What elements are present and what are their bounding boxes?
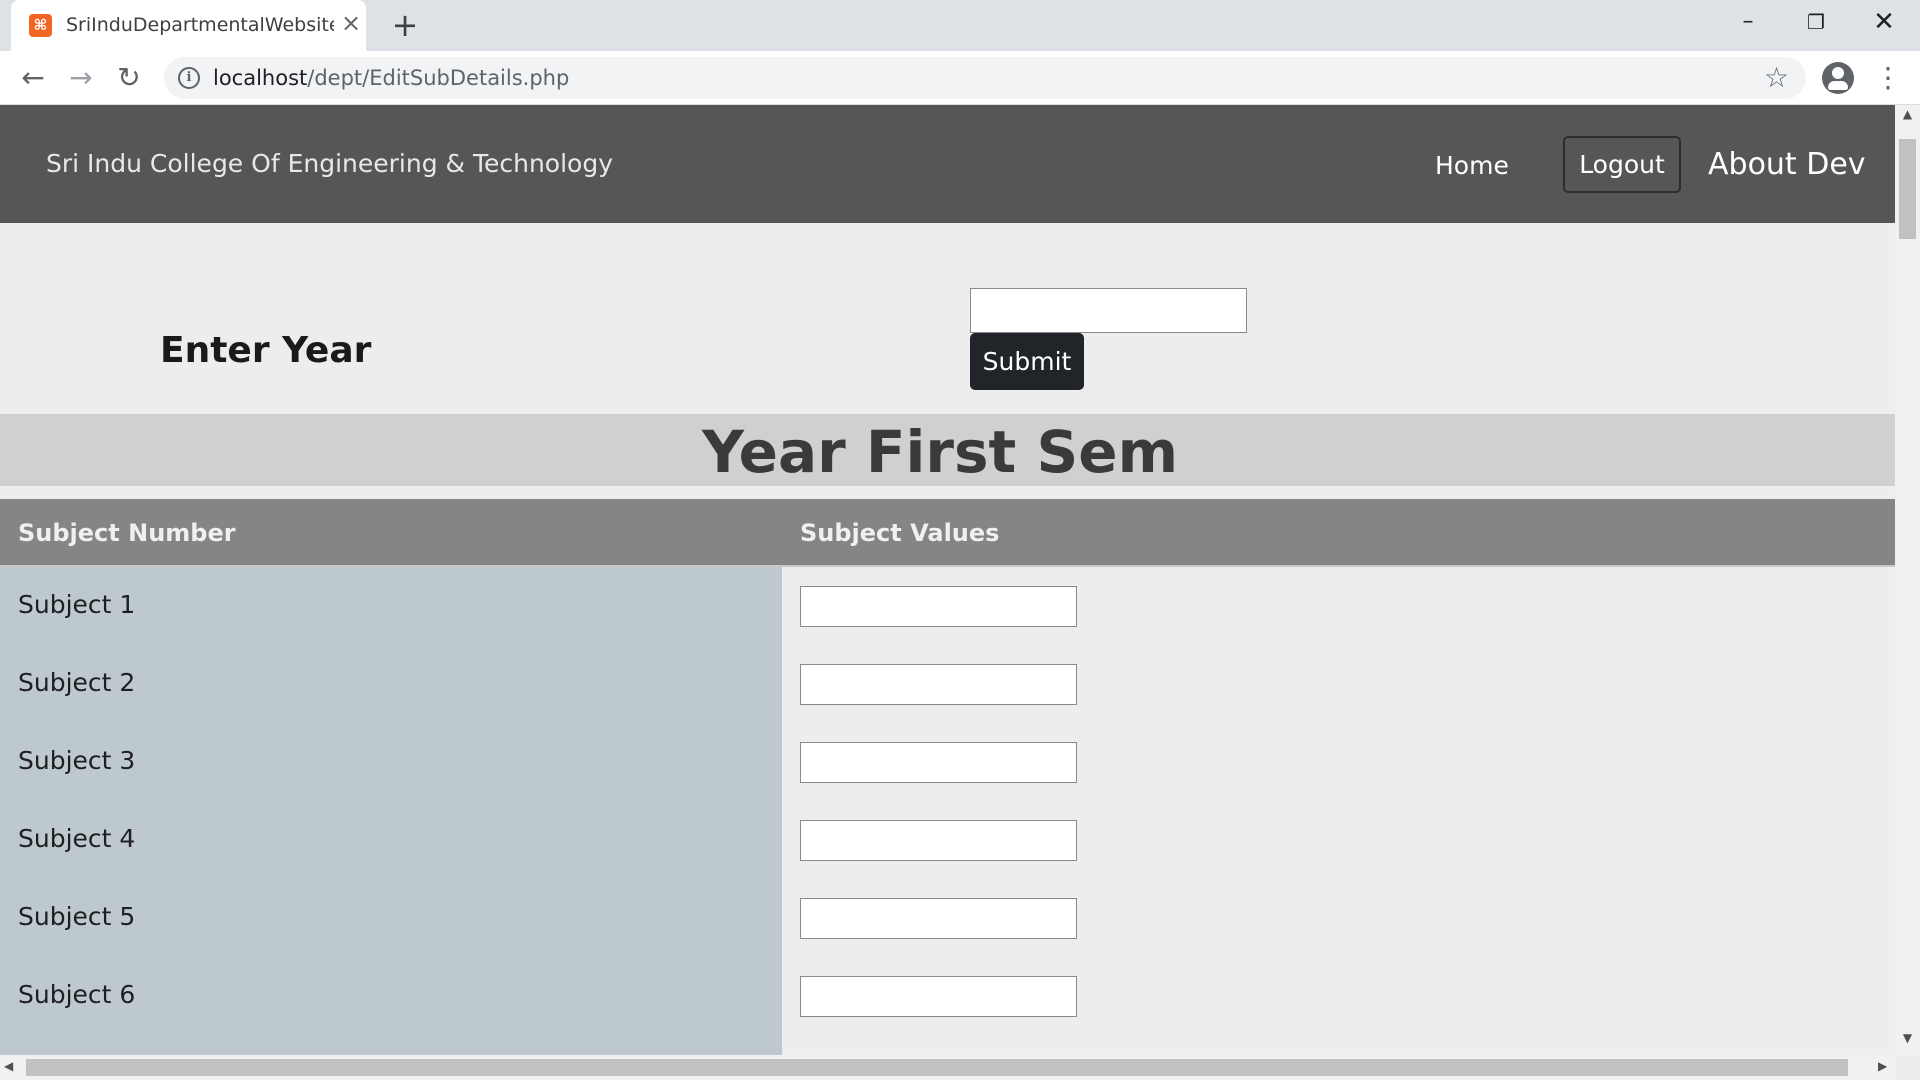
- scroll-right-icon[interactable]: ▶: [1878, 1059, 1887, 1073]
- subject-value-cell: [782, 1035, 1895, 1055]
- subject-4-input[interactable]: [800, 820, 1077, 861]
- nav-about-link[interactable]: About Dev: [1708, 147, 1866, 182]
- table-header: Subject Number Subject Values: [0, 499, 1895, 567]
- horizontal-scrollbar[interactable]: ◀ ▶: [0, 1055, 1895, 1080]
- new-tab-icon[interactable]: +: [388, 8, 422, 42]
- url-text[interactable]: localhost/dept/EditSubDetails.php: [213, 66, 569, 90]
- close-tab-icon[interactable]: ×: [338, 10, 364, 36]
- subject-value-cell: [782, 567, 1895, 645]
- forward-icon[interactable]: →: [60, 57, 102, 99]
- url-path: /dept/EditSubDetails.php: [307, 66, 570, 90]
- subject-2-input[interactable]: [800, 664, 1077, 705]
- browser-tab[interactable]: ⌘ SriInduDepartmentalWebsite-Final ×: [11, 0, 366, 51]
- address-bar[interactable]: i localhost/dept/EditSubDetails.php ☆: [164, 57, 1806, 99]
- subject-value-cell: [782, 957, 1895, 1035]
- tab-title: SriInduDepartmentalWebsite-Final: [66, 14, 334, 36]
- xampp-icon: ⌘: [29, 14, 52, 37]
- page-viewport: Sri Indu College Of Engineering & Techno…: [0, 105, 1895, 1055]
- kebab-menu-icon[interactable]: ⋮: [1874, 59, 1902, 97]
- header-subject-values: Subject Values: [800, 519, 1000, 547]
- semester-title: Year First Sem: [701, 418, 1179, 486]
- horizontal-scroll-thumb[interactable]: [26, 1059, 1848, 1076]
- subject-label: Subject 5: [0, 879, 782, 957]
- subject-value-cell: [782, 723, 1895, 801]
- table-row: Subject 6: [0, 957, 1895, 1035]
- browser-toolbar: ← → ↻ i localhost/dept/EditSubDetails.ph…: [0, 51, 1920, 105]
- nav-home-link[interactable]: Home: [1435, 151, 1509, 180]
- vertical-scrollbar[interactable]: ▲ ▼: [1895, 105, 1920, 1055]
- subject-label: Subject 2: [0, 645, 782, 723]
- vertical-scroll-thumb[interactable]: [1899, 139, 1916, 239]
- semester-banner: Year First Sem: [0, 414, 1895, 486]
- bookmark-star-icon[interactable]: ☆: [1764, 61, 1789, 94]
- subjects-table: Subject Number Subject Values Subject 1 …: [0, 499, 1895, 1055]
- scroll-up-icon[interactable]: ▲: [1895, 107, 1920, 129]
- subject-1-input[interactable]: [800, 586, 1077, 627]
- site-brand[interactable]: Sri Indu College Of Engineering & Techno…: [46, 149, 613, 178]
- subject-value-cell: [782, 801, 1895, 879]
- subject-label: Subject 3: [0, 723, 782, 801]
- table-row-partial: [0, 1035, 1895, 1055]
- subject-label: Subject 4: [0, 801, 782, 879]
- subject-value-cell: [782, 645, 1895, 723]
- table-row: Subject 2: [0, 645, 1895, 723]
- subject-label: Subject 1: [0, 567, 782, 645]
- minimize-icon[interactable]: –: [1714, 0, 1782, 44]
- logout-button[interactable]: Logout: [1563, 136, 1681, 193]
- subject-label: Subject 6: [0, 957, 782, 1035]
- restore-icon[interactable]: ❐: [1782, 0, 1850, 44]
- scroll-left-icon[interactable]: ◀: [4, 1059, 13, 1073]
- back-icon[interactable]: ←: [12, 57, 54, 99]
- subject-3-input[interactable]: [800, 742, 1077, 783]
- table-row: Subject 3: [0, 723, 1895, 801]
- subject-5-input[interactable]: [800, 898, 1077, 939]
- subject-6-input[interactable]: [800, 976, 1077, 1017]
- window-close-icon[interactable]: ✕: [1850, 0, 1918, 44]
- table-row: Subject 1: [0, 567, 1895, 645]
- subject-value-cell: [782, 879, 1895, 957]
- table-row: Subject 4: [0, 801, 1895, 879]
- enter-year-label: Enter Year: [160, 330, 372, 371]
- site-navbar: Sri Indu College Of Engineering & Techno…: [0, 105, 1895, 223]
- subject-label: [0, 1035, 782, 1055]
- url-host: localhost: [213, 66, 308, 90]
- submit-button[interactable]: Submit: [970, 333, 1084, 390]
- profile-icon[interactable]: [1822, 62, 1854, 94]
- reload-icon[interactable]: ↻: [108, 57, 150, 99]
- scroll-down-icon[interactable]: ▼: [1895, 1031, 1920, 1053]
- table-row: Subject 5: [0, 879, 1895, 957]
- header-subject-number: Subject Number: [18, 519, 236, 547]
- year-input[interactable]: [970, 288, 1247, 333]
- info-icon[interactable]: i: [178, 67, 200, 89]
- browser-tab-strip: ⌘ SriInduDepartmentalWebsite-Final × + –…: [0, 0, 1920, 51]
